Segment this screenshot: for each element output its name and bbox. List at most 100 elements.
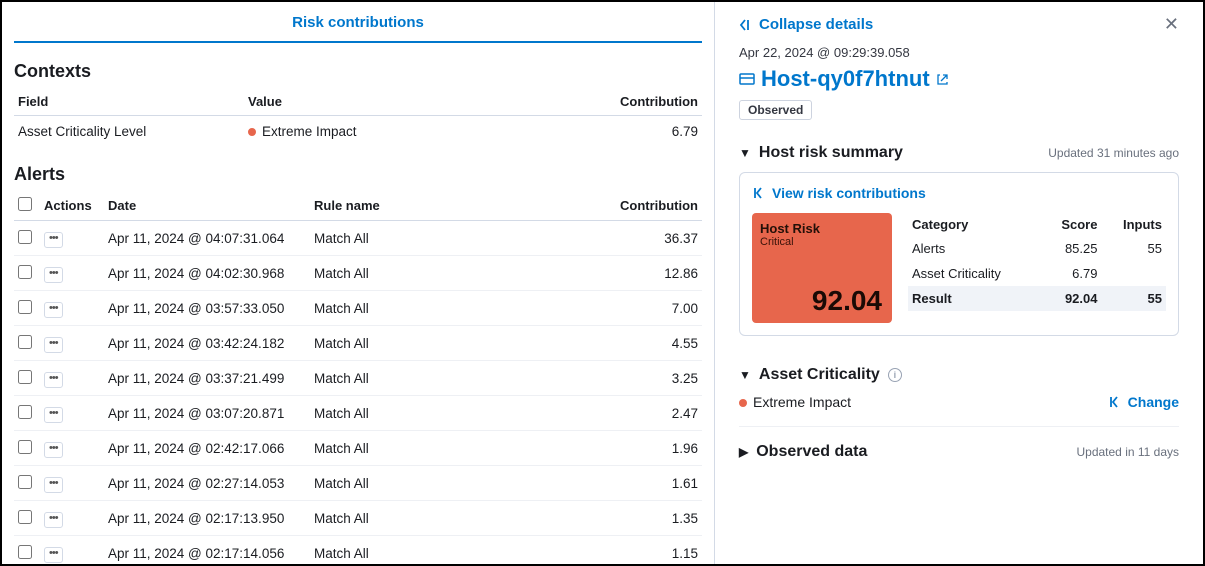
contexts-field: Asset Criticality Level [14,116,244,147]
alert-contribution: 1.96 [491,431,702,466]
row-actions-button[interactable]: ••• [44,372,63,388]
detail-timestamp: Apr 22, 2024 @ 09:29:39.058 [739,45,1179,60]
alert-date: Apr 11, 2024 @ 03:07:20.871 [104,396,310,431]
info-icon[interactable]: i [888,368,902,382]
alert-contribution: 1.61 [491,466,702,501]
row-actions-button[interactable]: ••• [44,547,63,563]
alert-contribution: 3.25 [491,361,702,396]
chevron-down-icon[interactable]: ▼ [739,368,751,382]
chevron-right-icon[interactable]: ▶ [739,445,748,459]
row-checkbox[interactable] [18,230,32,244]
alerts-header-checkbox [14,191,40,221]
summary-header-category: Category [908,213,1041,236]
alert-row: •••Apr 11, 2024 @ 02:42:17.066Match All1… [14,431,702,466]
alert-row: •••Apr 11, 2024 @ 02:17:14.056Match All1… [14,536,702,565]
alert-rule: Match All [310,536,491,565]
change-criticality-button[interactable]: Change [1108,394,1179,410]
expand-left-icon [752,186,766,200]
host-icon [739,71,755,87]
alert-row: ••• Apr 11, 2024 @ 03:07:20.871Match All2… [14,396,702,431]
alerts-header-date: Date [104,191,310,221]
alert-date: Apr 11, 2024 @ 03:42:24.182 [104,326,310,361]
observed-updated-text: Updated in 11 days [1076,445,1179,459]
alert-row: •••Apr 11, 2024 @ 04:02:30.968Match All1… [14,256,702,291]
contexts-header-value: Value [244,88,508,116]
external-link-icon [936,73,949,86]
row-actions-button[interactable]: ••• [44,407,63,423]
alert-row: •••Apr 11, 2024 @ 02:17:13.950Match All1… [14,501,702,536]
risk-score-tile: Host Risk Critical 92.04 [752,213,892,323]
alert-rule: Match All [310,396,491,431]
row-actions-button[interactable]: ••• [44,477,63,493]
details-panel: Collapse details ✕ Apr 22, 2024 @ 09:29:… [714,2,1203,564]
select-all-checkbox[interactable] [18,197,32,211]
row-actions-button[interactable]: ••• [44,442,63,458]
alert-contribution: 7.00 [491,291,702,326]
host-title-link[interactable]: Host-qy0f7htnut [739,66,1179,92]
summary-row: Asset Criticality 6.79 [908,261,1166,286]
alert-rule: Match All [310,291,491,326]
row-checkbox[interactable] [18,405,32,419]
summary-header-score: Score [1041,213,1102,236]
row-checkbox[interactable] [18,300,32,314]
row-checkbox[interactable] [18,370,32,384]
criticality-dot-icon [248,128,256,136]
risk-contributions-panel: Risk contributions Contexts Field Value … [2,2,714,564]
close-button[interactable]: ✕ [1164,14,1179,35]
alert-row: •••Apr 11, 2024 @ 03:42:24.182Match All4… [14,326,702,361]
row-checkbox[interactable] [18,440,32,454]
asset-criticality-value: Extreme Impact [739,394,851,410]
alert-rule: Match All [310,221,491,256]
alert-date: Apr 11, 2024 @ 03:57:33.050 [104,291,310,326]
summary-updated-text: Updated 31 minutes ago [1048,146,1179,160]
row-checkbox[interactable] [18,265,32,279]
contexts-row: Asset Criticality Level Extreme Impact 6… [14,116,702,147]
risk-tile-label: Host Risk [760,221,884,236]
summary-row: Alerts 85.25 55 [908,236,1166,261]
contexts-header-field: Field [14,88,244,116]
risk-summary-card: View risk contributions Host Risk Critic… [739,172,1179,336]
row-actions-button[interactable]: ••• [44,267,63,283]
row-checkbox[interactable] [18,545,32,559]
alerts-heading: Alerts [14,164,702,185]
alert-contribution: 12.86 [491,256,702,291]
alert-row: ••• Apr 11, 2024 @ 03:57:33.050Match All7… [14,291,702,326]
alert-contribution: 1.35 [491,501,702,536]
summary-header-inputs: Inputs [1101,213,1166,236]
row-checkbox[interactable] [18,475,32,489]
alert-rule: Match All [310,361,491,396]
observed-data-title: Observed data [756,443,867,461]
contexts-value: Extreme Impact [244,116,508,147]
alerts-header-actions: Actions [40,191,104,221]
row-actions-button[interactable]: ••• [44,302,63,318]
alert-contribution: 4.55 [491,326,702,361]
summary-result-row: Result 92.04 55 [908,286,1166,311]
alerts-header-contribution: Contribution [491,191,702,221]
chevron-down-icon[interactable]: ▼ [739,146,751,160]
alert-contribution: 2.47 [491,396,702,431]
alert-rule: Match All [310,256,491,291]
alert-date: Apr 11, 2024 @ 02:17:13.950 [104,501,310,536]
row-checkbox[interactable] [18,510,32,524]
row-actions-button[interactable]: ••• [44,337,63,353]
row-actions-button[interactable]: ••• [44,232,63,248]
collapse-details-button[interactable]: Collapse details [739,16,873,33]
asset-criticality-title: Asset Criticality [759,366,880,384]
collapse-icon [739,18,753,32]
contexts-header-contribution: Contribution [508,88,702,116]
row-checkbox[interactable] [18,335,32,349]
observed-badge: Observed [739,100,812,120]
alert-date: Apr 11, 2024 @ 02:27:14.053 [104,466,310,501]
alert-rule: Match All [310,466,491,501]
tab-risk-contributions[interactable]: Risk contributions [292,14,424,31]
alert-date: Apr 11, 2024 @ 02:42:17.066 [104,431,310,466]
alert-row: •••Apr 11, 2024 @ 04:07:31.064Match All3… [14,221,702,256]
row-actions-button[interactable]: ••• [44,512,63,528]
view-risk-contributions-link[interactable]: View risk contributions [752,185,1166,201]
alert-row: ••• Apr 11, 2024 @ 02:27:14.053Match All1… [14,466,702,501]
tab-header: Risk contributions [14,14,702,43]
risk-summary-table: Category Score Inputs Alerts 85.25 55 As… [908,213,1166,323]
risk-tile-level: Critical [760,236,884,248]
alert-contribution: 36.37 [491,221,702,256]
alert-date: Apr 11, 2024 @ 03:37:21.499 [104,361,310,396]
